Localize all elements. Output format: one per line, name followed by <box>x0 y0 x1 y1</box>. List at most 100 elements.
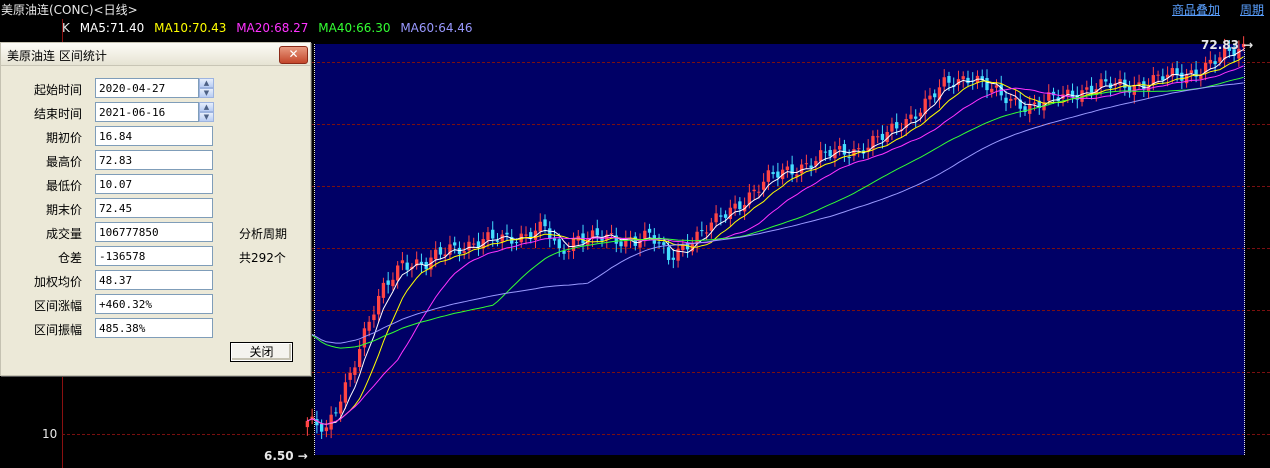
candle-body <box>377 295 381 315</box>
candle-body <box>837 145 842 150</box>
candle-body <box>1189 70 1194 74</box>
amplitude-field[interactable]: 485.38% <box>95 318 213 338</box>
spin-up-icon[interactable]: ▲ <box>199 102 214 112</box>
candle-body <box>666 247 671 260</box>
candle-body <box>338 401 343 414</box>
ma10-line <box>307 56 1244 425</box>
candle-body <box>723 214 728 218</box>
close-price-field[interactable]: 72.45 <box>95 198 213 218</box>
candle-body <box>538 221 542 232</box>
volume-label: 成交量 <box>45 227 82 241</box>
candle-body <box>548 228 552 239</box>
candle-body <box>571 238 576 251</box>
candle-body <box>738 201 742 210</box>
change-row: 区间涨幅 +460.32% <box>1 294 310 316</box>
dialog-title-bar[interactable]: 美原油连 区间统计 ✕ <box>1 43 310 66</box>
close-price-row: 期末价 72.45 <box>1 198 310 220</box>
candle-body <box>357 349 362 368</box>
candle-body <box>391 279 395 287</box>
candle-body <box>1161 76 1165 81</box>
candle-body <box>990 88 994 93</box>
candle-body <box>785 166 790 171</box>
candle-body <box>434 249 438 260</box>
low-price-label: 6.50 → <box>264 449 308 463</box>
candle-body <box>823 151 828 153</box>
candle-body <box>985 77 989 91</box>
high-price-label-text: 最高价 <box>45 155 82 169</box>
candle-body <box>633 236 637 246</box>
change-label: 区间涨幅 <box>33 299 82 313</box>
start-time-input[interactable]: 2020-04-27 <box>95 78 199 98</box>
candle-body <box>1099 79 1103 88</box>
candle-body <box>1175 68 1179 75</box>
spin-down-icon[interactable]: ▼ <box>199 112 214 122</box>
candle-body <box>386 280 390 285</box>
candle-body <box>1208 59 1213 64</box>
candle-body <box>543 219 547 227</box>
candle-body <box>557 239 561 249</box>
candle-body <box>472 243 476 245</box>
candle-body <box>348 372 352 380</box>
candle-body <box>343 382 348 403</box>
candle-body <box>495 240 500 242</box>
candle-body <box>752 189 756 192</box>
position-diff-label: 仓差 <box>57 251 82 265</box>
position-diff-field[interactable]: -136578 <box>95 246 213 266</box>
candle-body <box>367 321 371 331</box>
candle-body <box>928 95 932 100</box>
spin-down-icon[interactable]: ▼ <box>199 88 214 98</box>
candle-body <box>514 242 519 244</box>
candle-body <box>1213 61 1217 65</box>
candle-body <box>933 93 937 98</box>
volume-row: 成交量 106777850 分析周期 <box>1 222 310 244</box>
change-field[interactable]: +460.32% <box>95 294 213 314</box>
candle-body <box>842 144 847 155</box>
avg-price-field[interactable]: 48.37 <box>95 270 213 290</box>
candle-body <box>1137 82 1141 85</box>
spin-up-icon[interactable]: ▲ <box>199 78 214 88</box>
candle-body <box>709 222 714 231</box>
candle-body <box>1089 85 1094 93</box>
candle-body <box>909 114 913 119</box>
open-price-label: 期初价 <box>45 131 82 145</box>
low-price-row: 最低价 10.07 <box>1 174 310 196</box>
high-price-field[interactable]: 72.83 <box>95 150 213 170</box>
candle-body <box>662 242 666 245</box>
candle-body <box>647 228 652 233</box>
candle-body <box>334 412 338 414</box>
candle-body <box>918 112 923 117</box>
candle-body <box>757 191 761 193</box>
end-time-input[interactable]: 2021-06-16 <box>95 102 199 122</box>
candle-body <box>719 215 723 217</box>
end-time-spinner[interactable]: ▲ ▼ <box>199 102 214 122</box>
volume-field[interactable]: 106777850 <box>95 222 213 242</box>
period-count: 共292个 <box>239 251 286 265</box>
dialog-title: 美原油连 区间统计 <box>7 49 107 63</box>
open-price-field[interactable]: 16.84 <box>95 126 213 146</box>
position-diff-row: 仓差 -136578 共292个 <box>1 246 310 268</box>
close-icon[interactable]: ✕ <box>279 46 308 64</box>
candle-body <box>890 123 894 132</box>
low-price-label-text: 最低价 <box>45 179 82 193</box>
candle-body <box>381 282 386 298</box>
candle-body <box>1013 98 1018 100</box>
close-button[interactable]: 关闭 <box>230 342 293 362</box>
candle-body <box>319 423 324 432</box>
candle-body <box>524 234 528 236</box>
low-price-field[interactable]: 10.07 <box>95 174 213 194</box>
candle-body <box>766 170 771 182</box>
candle-body <box>396 265 400 281</box>
open-price-row: 期初价 16.84 <box>1 126 310 148</box>
candle-body <box>505 232 509 235</box>
candle-body <box>876 136 880 138</box>
start-time-row: 起始时间 2020-04-27 ▲ ▼ <box>1 78 310 100</box>
candle-body <box>994 85 999 88</box>
start-time-spinner[interactable]: ▲ ▼ <box>199 78 214 98</box>
candle-body <box>809 165 813 168</box>
candle-body <box>895 122 899 129</box>
ma5-line <box>307 48 1244 425</box>
candle-body <box>880 133 885 140</box>
candle-body <box>1156 74 1160 76</box>
candle-body <box>467 241 471 251</box>
candle-body <box>1180 72 1184 81</box>
